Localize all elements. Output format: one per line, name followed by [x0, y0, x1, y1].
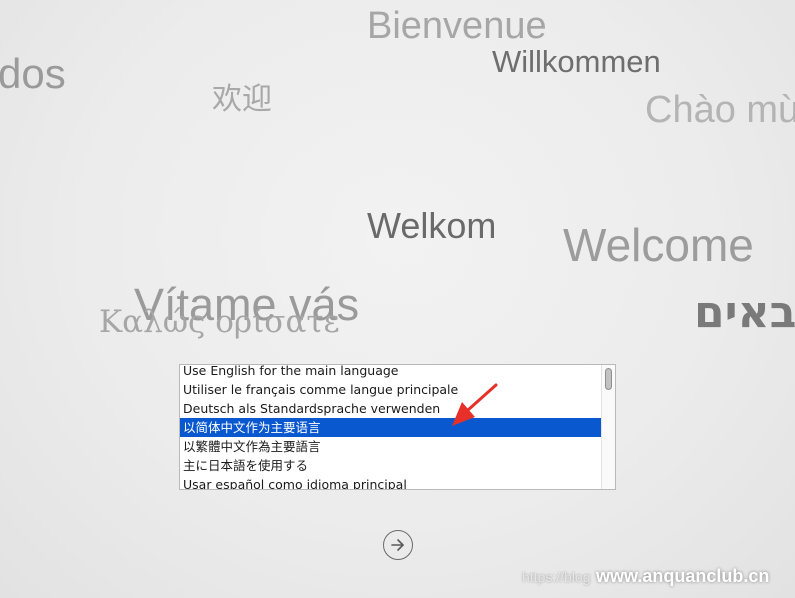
language-option[interactable]: Usar español como idioma principal [180, 475, 603, 489]
language-option[interactable]: Deutsch als Standardsprache verwenden [180, 399, 603, 418]
language-option[interactable]: 以繁體中文作為主要語言 [180, 437, 603, 456]
watermark-url-text: https://blog [522, 569, 591, 585]
language-option[interactable]: 主に日本語を使用する [180, 456, 603, 475]
language-option-selected[interactable]: 以简体中文作为主要语言 [180, 418, 603, 437]
watermark-url: https://blog [522, 568, 591, 586]
language-option[interactable]: Use English for the main language [180, 365, 603, 380]
greeting-welkom: Welkom [367, 205, 497, 246]
greeting-hebrew: באים [694, 287, 795, 338]
greeting-bienvenue: Bienvenue [367, 5, 547, 47]
scrollbar-thumb[interactable] [605, 368, 612, 390]
greeting-huanying: 欢迎 [212, 82, 272, 117]
greeting-dos: dos [0, 50, 66, 97]
continue-button[interactable] [383, 530, 413, 560]
greeting-kalos: Καλώς ορίσατε [99, 304, 340, 340]
greeting-chao: Chào mừ [645, 89, 795, 131]
scrollbar[interactable] [601, 365, 615, 489]
watermark-site: www.anquanclub.cn [596, 566, 770, 586]
greeting-welcome: Welcome [563, 219, 754, 271]
language-rows: Use English for the main language Utilis… [180, 365, 603, 489]
language-list[interactable]: Use English for the main language Utilis… [179, 364, 616, 490]
language-option[interactable]: Utiliser le français comme langue princi… [180, 380, 603, 399]
arrow-right-icon [391, 539, 404, 551]
greeting-willkommen: Willkommen [492, 44, 661, 79]
